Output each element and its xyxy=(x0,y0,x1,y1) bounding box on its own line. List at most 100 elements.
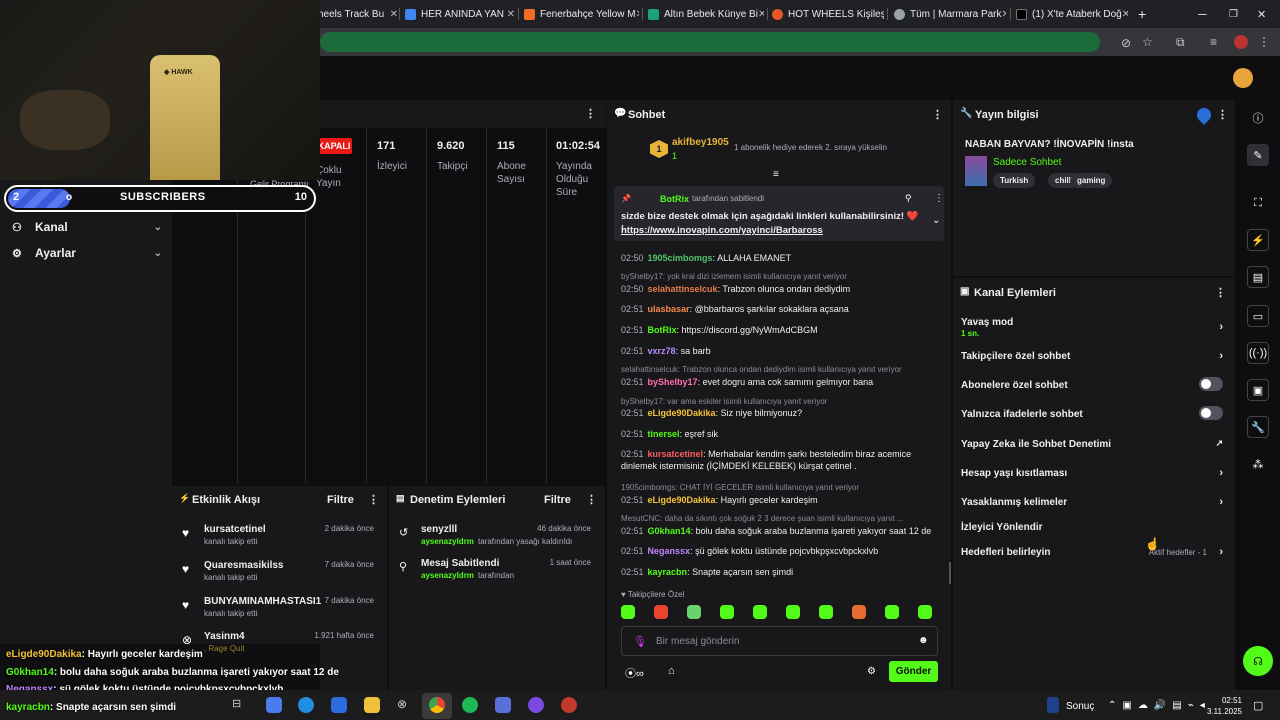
message-username[interactable]: 1905cimbomgs xyxy=(648,253,713,263)
more-options-icon[interactable]: ⋮ xyxy=(1215,286,1226,299)
tag-chip[interactable]: Turkish xyxy=(993,173,1036,188)
folder-icon[interactable] xyxy=(364,697,380,713)
activity-filter-button[interactable]: Filtre xyxy=(327,494,354,506)
more-options-icon[interactable]: ⋮ xyxy=(585,107,596,120)
wrench-icon[interactable]: 🔧 xyxy=(1247,416,1269,438)
points-icon[interactable]: ⦿∞ xyxy=(625,665,644,681)
emote-only-toggle[interactable] xyxy=(1199,406,1223,420)
category-name[interactable]: Sadece Sohbet xyxy=(993,157,1061,168)
close-icon[interactable]: ✕ xyxy=(1122,9,1128,20)
followers-only-row[interactable]: Takipçilere özel sohbet › xyxy=(961,350,1231,362)
message-username[interactable]: vxrz78 xyxy=(648,346,676,356)
message-username[interactable]: eLigde90Dakika xyxy=(648,495,716,505)
document-icon[interactable]: ▤ xyxy=(1247,266,1269,288)
unpin-icon[interactable]: ⚲ xyxy=(905,193,912,204)
nba-icon[interactable] xyxy=(1047,697,1059,713)
message-username[interactable]: kursatcetinel xyxy=(648,449,704,459)
slow-mode-row[interactable]: Yavaş mod › xyxy=(961,317,1231,333)
message-username[interactable]: G0khan14 xyxy=(648,526,691,536)
message-username[interactable]: Neganssx xyxy=(648,546,691,556)
close-icon[interactable]: ✕ xyxy=(758,9,764,20)
extensions-icon[interactable]: ⧉ xyxy=(1176,35,1185,50)
send-button[interactable]: Gönder xyxy=(889,661,938,682)
account-age-row[interactable]: Hesap yaşı kısıtlaması › xyxy=(961,467,1231,479)
shapes-icon[interactable]: ⁂ xyxy=(1247,453,1269,475)
new-tab-button[interactable]: + xyxy=(1138,3,1152,25)
emote-icon[interactable] xyxy=(885,605,899,619)
emote-icon[interactable] xyxy=(687,605,701,619)
menu-list-icon[interactable]: ≡ xyxy=(1210,35,1217,49)
emote-icon[interactable] xyxy=(621,605,635,619)
mail-icon[interactable] xyxy=(331,697,347,713)
app-icon[interactable] xyxy=(528,697,544,713)
more-options-icon[interactable]: ⋮ xyxy=(368,493,379,506)
lightning-icon[interactable]: ⚡ xyxy=(1247,229,1269,251)
subscribers-only-toggle[interactable] xyxy=(1199,377,1223,391)
emote-icon[interactable] xyxy=(852,605,866,619)
sidebar-item-kanal[interactable]: ⚇ Kanal ⌄ xyxy=(12,216,162,238)
banned-words-row[interactable]: Yasaklanmış kelimeler › xyxy=(961,496,1231,508)
minimize-icon[interactable]: ─ xyxy=(1198,3,1210,25)
emote-only-row[interactable]: Yalnızca ifadelerle sohbet xyxy=(961,406,1231,420)
browser-tab-4[interactable]: Altın Bebek Künye Bi ✕ xyxy=(648,3,764,25)
moderation-filter-button[interactable]: Filtre xyxy=(544,494,571,506)
support-icon[interactable]: ☊ xyxy=(1243,646,1273,676)
ai-moderation-row[interactable]: Yapay Zeka ile Sohbet Denetimi ↗ xyxy=(961,438,1231,450)
emote-icon[interactable] xyxy=(654,605,668,619)
chrome-icon[interactable] xyxy=(429,697,445,713)
message-username[interactable]: byShelby17 xyxy=(648,377,698,387)
message-username[interactable]: eLigde90Dakika xyxy=(648,408,716,418)
xbox-icon[interactable]: ⊗ xyxy=(397,697,413,713)
copilot-icon[interactable] xyxy=(266,697,282,713)
browser-tab-2[interactable]: HER ANINDA YAN ✕ xyxy=(405,3,515,25)
notifications-icon[interactable]: ▢ xyxy=(1253,699,1263,712)
microphone-icon[interactable]: 🎙 xyxy=(633,635,647,648)
browser-tab-1[interactable]: heels Track Bu ✕ xyxy=(318,3,398,25)
emote-icon[interactable] xyxy=(786,605,800,619)
raid-row[interactable]: İzleyici Yönlendir xyxy=(961,522,1231,533)
profile-avatar[interactable] xyxy=(1234,35,1248,49)
subscribers-only-row[interactable]: Abonelere özel sohbet xyxy=(961,377,1231,391)
gear-icon[interactable]: ⚙ xyxy=(867,666,876,677)
chat-scrollbar[interactable] xyxy=(949,562,951,584)
emote-icon[interactable] xyxy=(918,605,932,619)
maximize-icon[interactable]: ❐ xyxy=(1229,3,1241,25)
chat-bubble-icon[interactable]: ▭ xyxy=(1247,305,1269,327)
message-username[interactable]: ulasbasar xyxy=(648,304,690,314)
browser-tab-5[interactable]: HOT WHEELS Kişileşt✕ xyxy=(772,3,884,25)
eye-off-icon[interactable]: ⊘ xyxy=(1121,36,1131,50)
close-icon[interactable]: ✕ xyxy=(507,9,515,20)
image-icon[interactable]: ▣ xyxy=(1247,379,1269,401)
spotify-icon[interactable] xyxy=(462,697,478,713)
clock[interactable]: 02:51 3.11.2025 xyxy=(1206,695,1242,717)
emote-icon[interactable] xyxy=(720,605,734,619)
score-widget[interactable]: Sonuç xyxy=(1066,701,1094,712)
tag-chip[interactable]: gaming xyxy=(1070,173,1113,188)
system-tray-icons[interactable]: ⌃▣☁🔊▤⌁◂ xyxy=(1108,700,1211,711)
more-options-icon[interactable]: ⋮ xyxy=(586,493,597,506)
emoji-icon[interactable]: ☻ xyxy=(918,635,929,646)
more-options-icon[interactable]: ⋮ xyxy=(1217,108,1228,121)
more-vertical-icon[interactable]: ⋮ xyxy=(1258,35,1270,49)
app-icon[interactable] xyxy=(561,697,577,713)
collapse-icon[interactable]: ≡ xyxy=(773,169,779,180)
edge-icon[interactable] xyxy=(298,697,314,713)
more-options-icon[interactable]: ⋮ xyxy=(932,108,943,121)
more-options-icon[interactable]: ⋮ xyxy=(934,193,944,204)
chevron-down-icon[interactable]: ⌄ xyxy=(932,215,940,226)
browser-tab-7[interactable]: (1) X'te Ataberk Doğ ✕ xyxy=(1016,3,1128,25)
star-icon[interactable]: ☆ xyxy=(1142,35,1153,49)
close-icon[interactable]: ✕ xyxy=(390,9,398,20)
close-icon[interactable]: ✕ xyxy=(1002,9,1007,20)
avatar[interactable] xyxy=(1233,68,1253,88)
task-view-icon[interactable]: ⊟ xyxy=(232,697,248,713)
chat-input[interactable]: 🎙 Bir mesaj gönderin ☻ xyxy=(621,626,938,656)
app-icon[interactable] xyxy=(495,697,511,713)
screenshot-icon[interactable]: ⛶ xyxy=(1247,192,1269,214)
broadcast-icon[interactable]: ((·)) xyxy=(1247,342,1269,364)
message-username[interactable]: kayracbn xyxy=(648,567,688,577)
close-icon[interactable]: ✕ xyxy=(636,9,639,20)
message-username[interactable]: selahattinselcuk xyxy=(648,284,718,294)
browser-tab-3[interactable]: Fenerbahçe Yellow M✕ xyxy=(524,3,639,25)
message-username[interactable]: tinersel xyxy=(648,429,680,439)
